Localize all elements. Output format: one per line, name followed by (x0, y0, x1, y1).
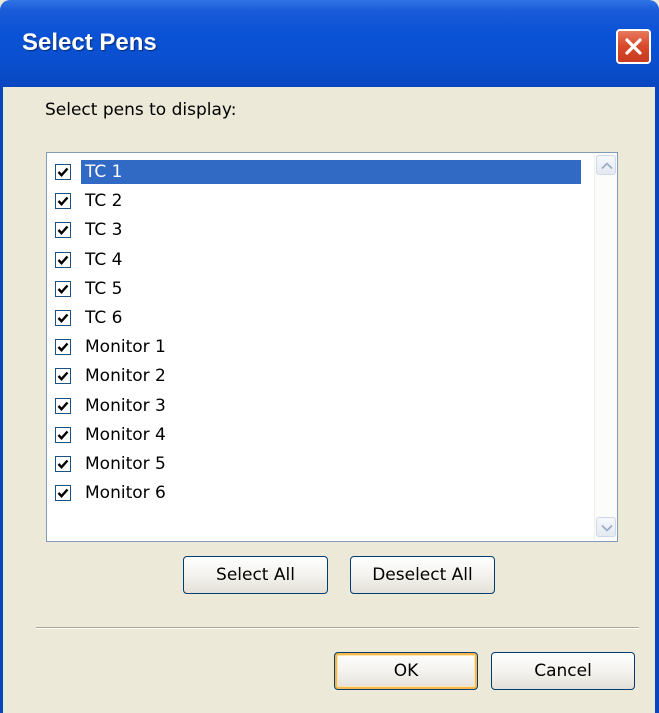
pen-checkbox[interactable] (55, 193, 71, 210)
pen-checkbox[interactable] (55, 280, 71, 297)
list-item[interactable]: Monitor 1 (49, 332, 591, 361)
vertical-scrollbar[interactable] (594, 154, 617, 540)
scroll-down-button[interactable] (596, 517, 616, 537)
checkmark-icon (57, 488, 69, 499)
checkmark-icon (57, 313, 69, 323)
list-item[interactable]: TC 1 (49, 157, 591, 186)
cancel-button[interactable]: Cancel (491, 652, 635, 690)
close-button[interactable] (616, 29, 651, 64)
pens-list: TC 1 TC 2 TC 3 TC 4 TC 5 TC 6 Monitor 1 Monitor… (49, 157, 591, 507)
list-item[interactable]: Monitor 5 (49, 449, 591, 478)
ok-button[interactable]: OK (334, 652, 478, 690)
checkmark-icon (57, 196, 69, 207)
pen-label: TC 1 (81, 160, 581, 184)
checkmark-icon (57, 372, 69, 382)
list-item[interactable]: TC 2 (49, 186, 591, 215)
pen-label: TC 4 (85, 249, 123, 270)
pen-checkbox[interactable] (55, 309, 71, 326)
chevron-down-icon (601, 524, 613, 532)
pen-label: Monitor 2 (85, 366, 166, 387)
deselect-all-button[interactable]: Deselect All (350, 556, 495, 594)
list-item[interactable]: Monitor 4 (49, 420, 591, 449)
prompt-label: Select pens to display: (45, 100, 237, 120)
list-item[interactable]: TC 3 (49, 215, 591, 244)
pen-label: TC 3 (85, 220, 123, 241)
pen-checkbox[interactable] (55, 222, 71, 239)
checkmark-icon (57, 226, 69, 236)
window-title: Select Pens (22, 29, 157, 56)
window-frame-right (655, 87, 659, 713)
title-bar[interactable]: Select Pens (0, 0, 659, 87)
checkmark-icon (57, 430, 69, 440)
pen-label: Monitor 6 (85, 483, 166, 504)
checkmark-icon (57, 401, 69, 411)
chevron-up-icon (601, 162, 613, 170)
checkmark-icon (57, 284, 69, 294)
list-item[interactable]: Monitor 6 (49, 478, 591, 507)
pen-checkbox[interactable] (55, 251, 71, 268)
pen-checkbox[interactable] (55, 426, 71, 443)
close-icon (625, 38, 642, 55)
pen-checkbox[interactable] (55, 339, 71, 356)
pen-checkbox[interactable] (55, 397, 71, 414)
pen-label: Monitor 5 (85, 453, 166, 474)
scroll-up-button[interactable] (596, 155, 616, 175)
pen-label: TC 2 (85, 191, 123, 212)
list-item[interactable]: Monitor 3 (49, 391, 591, 420)
list-item[interactable]: TC 5 (49, 274, 591, 303)
separator (36, 627, 639, 629)
pen-label: Monitor 4 (85, 424, 166, 445)
pen-label: TC 6 (85, 307, 123, 328)
window-frame-left (0, 87, 3, 713)
list-item[interactable]: Monitor 2 (49, 361, 591, 390)
pen-checkbox[interactable] (55, 368, 71, 385)
pens-listbox[interactable]: TC 1 TC 2 TC 3 TC 4 TC 5 TC 6 Monitor 1 Monitor… (46, 152, 618, 542)
select-all-button[interactable]: Select All (183, 556, 328, 594)
checkmark-icon (57, 167, 69, 177)
pen-checkbox[interactable] (55, 485, 71, 502)
checkmark-icon (57, 342, 69, 353)
pen-checkbox[interactable] (55, 164, 71, 180)
checkmark-icon (57, 459, 69, 469)
pen-label: Monitor 3 (85, 395, 166, 416)
checkmark-icon (57, 255, 69, 265)
pen-checkbox[interactable] (55, 455, 71, 472)
list-item[interactable]: TC 4 (49, 245, 591, 274)
pen-label: TC 5 (85, 278, 123, 299)
list-item[interactable]: TC 6 (49, 303, 591, 332)
select-pens-dialog: Select Pens Select pens to display: TC 1… (0, 0, 659, 713)
pen-label: Monitor 1 (85, 337, 166, 358)
